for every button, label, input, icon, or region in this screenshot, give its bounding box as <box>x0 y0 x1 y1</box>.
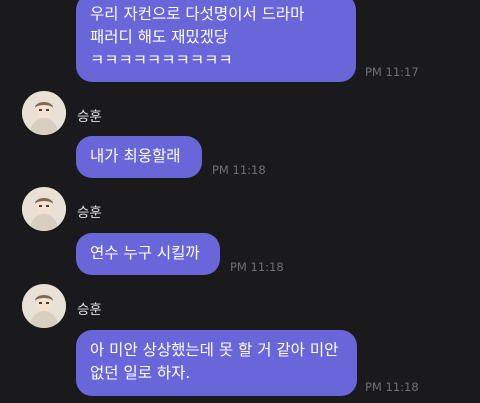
message-bubble[interactable]: 아 미안 상상했는데 못 할 거 같아 미안 없던 일로 하자. <box>76 330 357 396</box>
message-timestamp: PM 11:18 <box>365 380 419 394</box>
message-timestamp: PM 11:18 <box>212 163 266 177</box>
profile-photo-icon <box>22 91 66 135</box>
sender-name: 승훈 <box>77 109 102 125</box>
profile-photo-icon <box>22 187 66 231</box>
message-bubble[interactable]: 내가 최웅할래 <box>76 136 202 178</box>
sender-name: 승훈 <box>77 302 102 318</box>
avatar[interactable] <box>22 91 66 135</box>
sender-name: 승훈 <box>77 205 102 221</box>
message-timestamp: PM 11:17 <box>365 65 419 79</box>
message-bubble[interactable]: 우리 자컨으로 다섯명이서 드라마 패러디 해도 재밌겠당 ㅋㅋㅋㅋㅋㅋㅋㅋㅋㅋ <box>76 0 356 82</box>
avatar[interactable] <box>22 284 66 328</box>
avatar[interactable] <box>22 187 66 231</box>
chat-view: 우리 자컨으로 다섯명이서 드라마 패러디 해도 재밌겠당 ㅋㅋㅋㅋㅋㅋㅋㅋㅋㅋ… <box>0 0 480 403</box>
message-timestamp: PM 11:18 <box>230 260 284 274</box>
message-bubble[interactable]: 연수 누구 시킬까 <box>76 233 220 275</box>
profile-photo-icon <box>22 284 66 328</box>
